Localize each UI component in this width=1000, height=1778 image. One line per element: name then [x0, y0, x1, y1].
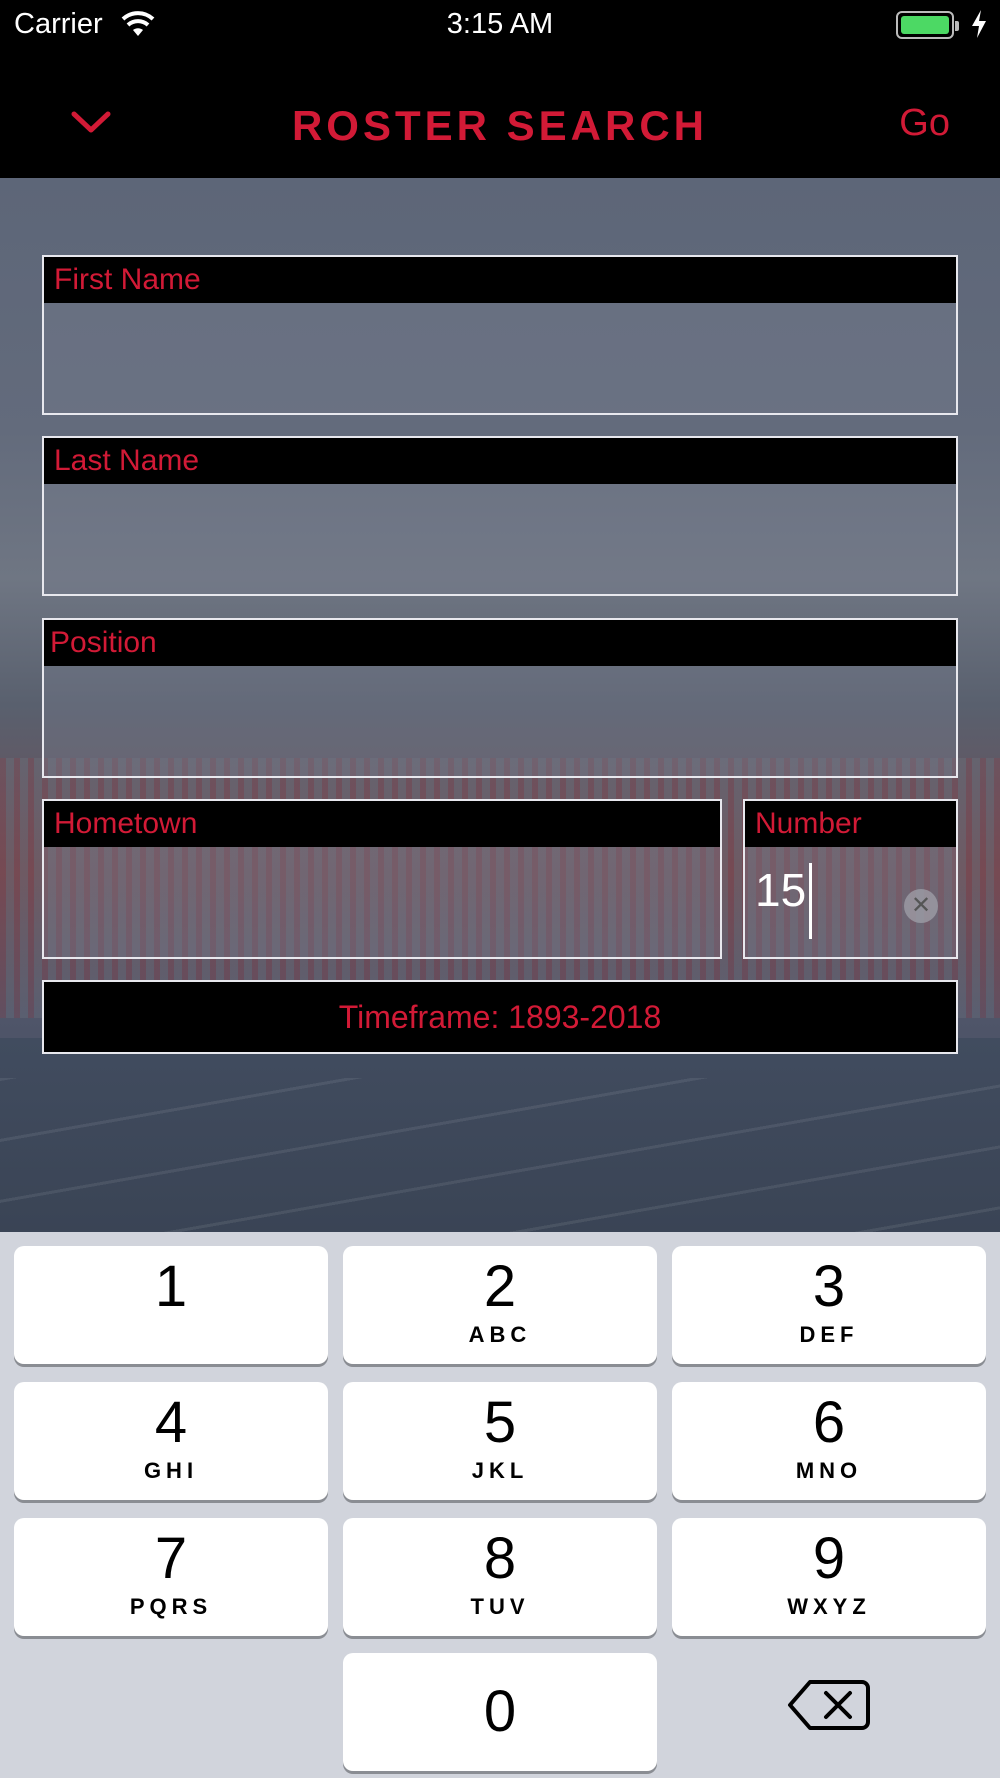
key-2[interactable]: 2 ABC [343, 1246, 657, 1364]
timeframe-button[interactable]: Timeframe: 1893-2018 [42, 980, 958, 1054]
first-name-label: First Name [44, 257, 956, 303]
go-button[interactable]: Go [899, 102, 950, 145]
key-5[interactable]: 5 JKL [343, 1382, 657, 1500]
navigation-bar: ROSTER SEARCH Go [0, 52, 1000, 178]
hometown-input[interactable] [44, 847, 720, 957]
position-label: Position [44, 620, 956, 666]
clear-text-icon[interactable]: ✕ [904, 889, 938, 923]
last-name-input[interactable] [44, 484, 956, 594]
field-lines [0, 1078, 1000, 1232]
hometown-label: Hometown [44, 801, 720, 847]
key-6[interactable]: 6 MNO [672, 1382, 986, 1500]
key-1[interactable]: 1 [14, 1246, 328, 1364]
position-input[interactable] [44, 666, 956, 776]
key-7[interactable]: 7 PQRS [14, 1518, 328, 1636]
number-input-value[interactable]: 15 [755, 863, 806, 917]
first-name-field[interactable]: First Name [42, 255, 958, 415]
last-name-field[interactable]: Last Name [42, 436, 958, 596]
key-9[interactable]: 9 WXYZ [672, 1518, 986, 1636]
key-3[interactable]: 3 DEF [672, 1246, 986, 1364]
delete-backspace-icon[interactable] [780, 1660, 890, 1750]
number-field[interactable]: Number 15 ✕ [743, 799, 958, 959]
page-title: ROSTER SEARCH [291, 102, 709, 149]
last-name-label: Last Name [44, 438, 956, 484]
key-8[interactable]: 8 TUV [343, 1518, 657, 1636]
battery-icon [896, 11, 959, 39]
key-4[interactable]: 4 GHI [14, 1382, 328, 1500]
roster-search-screen: Carrier 3:15 AM ROSTER SEARCH Go First N… [0, 0, 1000, 1778]
status-bar: Carrier 3:15 AM [0, 0, 1000, 52]
text-cursor [809, 863, 812, 939]
number-label: Number [745, 801, 956, 847]
first-name-input[interactable] [44, 303, 956, 413]
hometown-field[interactable]: Hometown [42, 799, 722, 959]
status-time: 3:15 AM [446, 8, 554, 40]
position-field[interactable]: Position [42, 618, 958, 778]
charging-bolt-icon [970, 9, 988, 47]
key-0[interactable]: 0 [343, 1653, 657, 1771]
